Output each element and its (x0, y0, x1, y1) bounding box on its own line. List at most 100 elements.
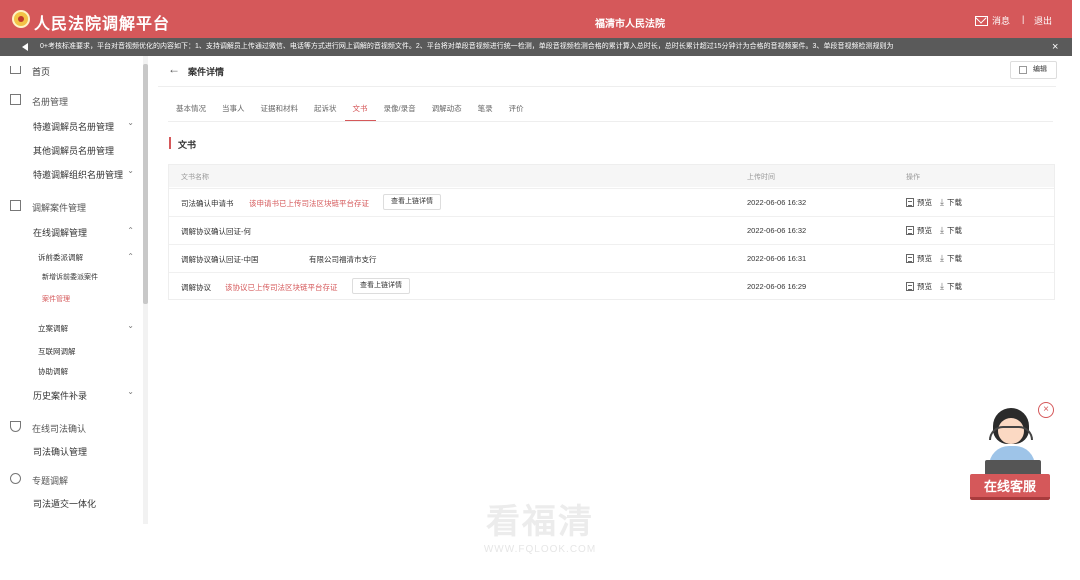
preview-button[interactable]: 预览 (906, 281, 932, 292)
upload-time: 2022-06-06 16:32 (747, 226, 807, 235)
notice-close-button[interactable]: × (1052, 38, 1058, 56)
chevron-up-icon: ⌃ (127, 252, 134, 261)
tab-evaluation[interactable]: 评价 (501, 100, 532, 122)
tab-progress[interactable]: 调解动态 (424, 100, 470, 122)
chevron-down-icon: ⌄ (127, 387, 134, 396)
chevron-down-icon: ⌄ (127, 166, 134, 175)
scrollbar-thumb[interactable] (143, 64, 148, 304)
preview-button[interactable]: 预览 (906, 197, 932, 208)
view-chain-details-button[interactable]: 查看上链详情 (352, 278, 410, 294)
preview-icon (906, 254, 914, 263)
sidebar-group-judicial[interactable]: 在线司法确认 (0, 420, 140, 436)
headset-icon (989, 426, 1033, 440)
sidebar-item-home[interactable]: 首页 (0, 62, 140, 78)
document-icon (10, 200, 21, 211)
notice-text: 0+考核标准要求，平台对音视频优化的内容如下：1、支持调解员上传通过微信、电话等… (40, 43, 894, 50)
messages-button[interactable]: 消息 (975, 14, 1010, 27)
sidebar-item-label: 立案调解 (38, 324, 68, 333)
home-icon (10, 66, 21, 74)
download-label: 下载 (946, 282, 962, 291)
download-icon: ⤓ (940, 197, 944, 207)
sidebar-item-label: 新增诉前委派案件 (42, 274, 98, 281)
chevron-down-icon: ⌄ (127, 321, 134, 330)
sidebar-item-label: 历史案件补录 (33, 391, 88, 401)
sidebar-item-label: 专题调解 (32, 476, 69, 486)
section-marker (169, 137, 171, 149)
preview-label: 预览 (917, 254, 932, 263)
document-name: 调解协议确认回证-何 (181, 227, 251, 236)
column-header-name: 文书名称 (181, 174, 209, 181)
sidebar-scrollbar[interactable] (143, 56, 148, 524)
sidebar-item-label: 其他调解员名册管理 (33, 146, 115, 156)
sidebar-item-internet-mediation[interactable]: 互联网调解 (0, 344, 140, 358)
edit-icon (1019, 66, 1027, 74)
download-icon: ⤓ (940, 225, 944, 235)
table-header: 文书名称 上传时间 操作 (169, 165, 1054, 187)
sidebar-item-other-mediators[interactable]: 其他调解员名册管理 (0, 142, 140, 158)
sidebar-item-judicial-management[interactable]: 司法确认管理 (0, 443, 140, 459)
sidebar-item-label: 名册管理 (32, 97, 69, 107)
document-name: 调解协议 (181, 283, 211, 292)
tab-parties[interactable]: 当事人 (214, 100, 253, 122)
tab-complaint[interactable]: 起诉状 (306, 100, 345, 122)
download-button[interactable]: ⤓ 下载 (940, 197, 962, 208)
view-chain-details-button[interactable]: 查看上链详情 (383, 194, 441, 210)
sidebar-group-cases[interactable]: 调解案件管理 (0, 199, 140, 215)
tab-documents[interactable]: 文书 (344, 100, 376, 122)
download-icon: ⤓ (940, 281, 944, 291)
case-tabs: 基本情况 当事人 证据和材料 起诉状 文书 录像/录音 调解动态 笔录 评价 (168, 100, 532, 122)
chevron-down-icon: ⌄ (127, 118, 134, 127)
sidebar-item-label: 案件管理 (42, 296, 70, 303)
scale-icon (10, 421, 21, 432)
edit-button[interactable]: 编辑 (1010, 61, 1057, 79)
preview-button[interactable]: 预览 (906, 225, 932, 236)
sidebar-item-label: 调解案件管理 (32, 203, 87, 213)
notice-bar: 0+考核标准要求，平台对音视频优化的内容如下：1、支持调解员上传通过微信、电话等… (0, 38, 1072, 56)
preview-button[interactable]: 预览 (906, 253, 932, 264)
logout-button[interactable]: 退出 (1034, 14, 1052, 27)
tab-recordings[interactable]: 录像/录音 (376, 100, 424, 122)
table-row: 调解协议 该协议已上传司法区块链平台存证 查看上链详情 2022-06-06 1… (169, 272, 1054, 300)
table-row: 调解协议确认回证-何 2022-06-06 16:32 预览 ⤓ 下载 (169, 216, 1054, 244)
court-name: 福清市人民法院 (595, 19, 665, 30)
sidebar-item-filed-mediation[interactable]: 立案调解 ⌄ (0, 321, 140, 335)
sidebar-group-special[interactable]: 专题调解 (0, 472, 140, 488)
sidebar-item-online-mediation[interactable]: 在线调解管理 ⌃ (0, 224, 140, 240)
sidebar-group-roster[interactable]: 名册管理 (0, 93, 140, 109)
sidebar-item-label: 特邀调解组织名册管理 (33, 170, 124, 180)
sidebar-item-case-management[interactable]: 案件管理 (0, 292, 140, 306)
tab-transcripts[interactable]: 笔录 (470, 100, 501, 122)
preview-icon (906, 198, 914, 207)
edit-label: 编辑 (1033, 66, 1047, 73)
table-row: 司法确认申请书 该申请书已上传司法区块链平台存证 查看上链详情 2022-06-… (169, 188, 1054, 216)
sidebar-item-invited-mediators[interactable]: 特邀调解员名册管理 ⌄ (0, 118, 140, 134)
sidebar-item-invited-orgs[interactable]: 特邀调解组织名册管理 ⌄ (0, 166, 140, 182)
customer-service-agent-icon[interactable] (985, 408, 1043, 478)
table-row: 调解协议确认回证-中国 有限公司福清市支行 2022-06-06 16:31 预… (169, 244, 1054, 272)
preview-label: 预览 (917, 282, 932, 291)
sidebar-item-label: 司法确认管理 (33, 447, 88, 457)
back-arrow-icon[interactable]: ← (168, 62, 180, 76)
documents-table: 文书名称 上传时间 操作 司法确认申请书 该申请书已上传司法区块链平台存证 查看… (168, 164, 1055, 300)
sidebar-item-assist-mediation[interactable]: 协助调解 (0, 364, 140, 378)
tab-evidence[interactable]: 证据和材料 (253, 100, 307, 122)
tab-basic[interactable]: 基本情况 (168, 100, 214, 122)
envelope-icon (975, 15, 988, 26)
document-name: 司法确认申请书 (181, 199, 234, 208)
header-separator: | (1022, 14, 1025, 24)
download-button[interactable]: ⤓ 下载 (940, 253, 962, 264)
chevron-up-icon: ⌃ (127, 226, 134, 235)
download-label: 下载 (946, 226, 962, 235)
sidebar-item-new-pre-case[interactable]: 新增诉前委派案件 (0, 270, 140, 284)
download-button[interactable]: ⤓ 下载 (940, 225, 962, 236)
section-title: 文书 (178, 140, 197, 150)
messages-label: 消息 (992, 16, 1011, 26)
download-label: 下载 (946, 198, 962, 207)
sidebar-item-history-cases[interactable]: 历史案件补录 ⌄ (0, 387, 140, 403)
sidebar-item-judicial-delivery[interactable]: 司法遁交一体化 (0, 495, 140, 511)
sidebar-item-pre-litigation[interactable]: 诉前委派调解 ⌃ (0, 250, 140, 264)
download-button[interactable]: ⤓ 下载 (940, 281, 962, 292)
roster-icon (10, 94, 21, 105)
online-service-button[interactable]: 在线客服 (970, 474, 1050, 500)
blockchain-note: 该协议已上传司法区块链平台存证 (225, 283, 338, 292)
